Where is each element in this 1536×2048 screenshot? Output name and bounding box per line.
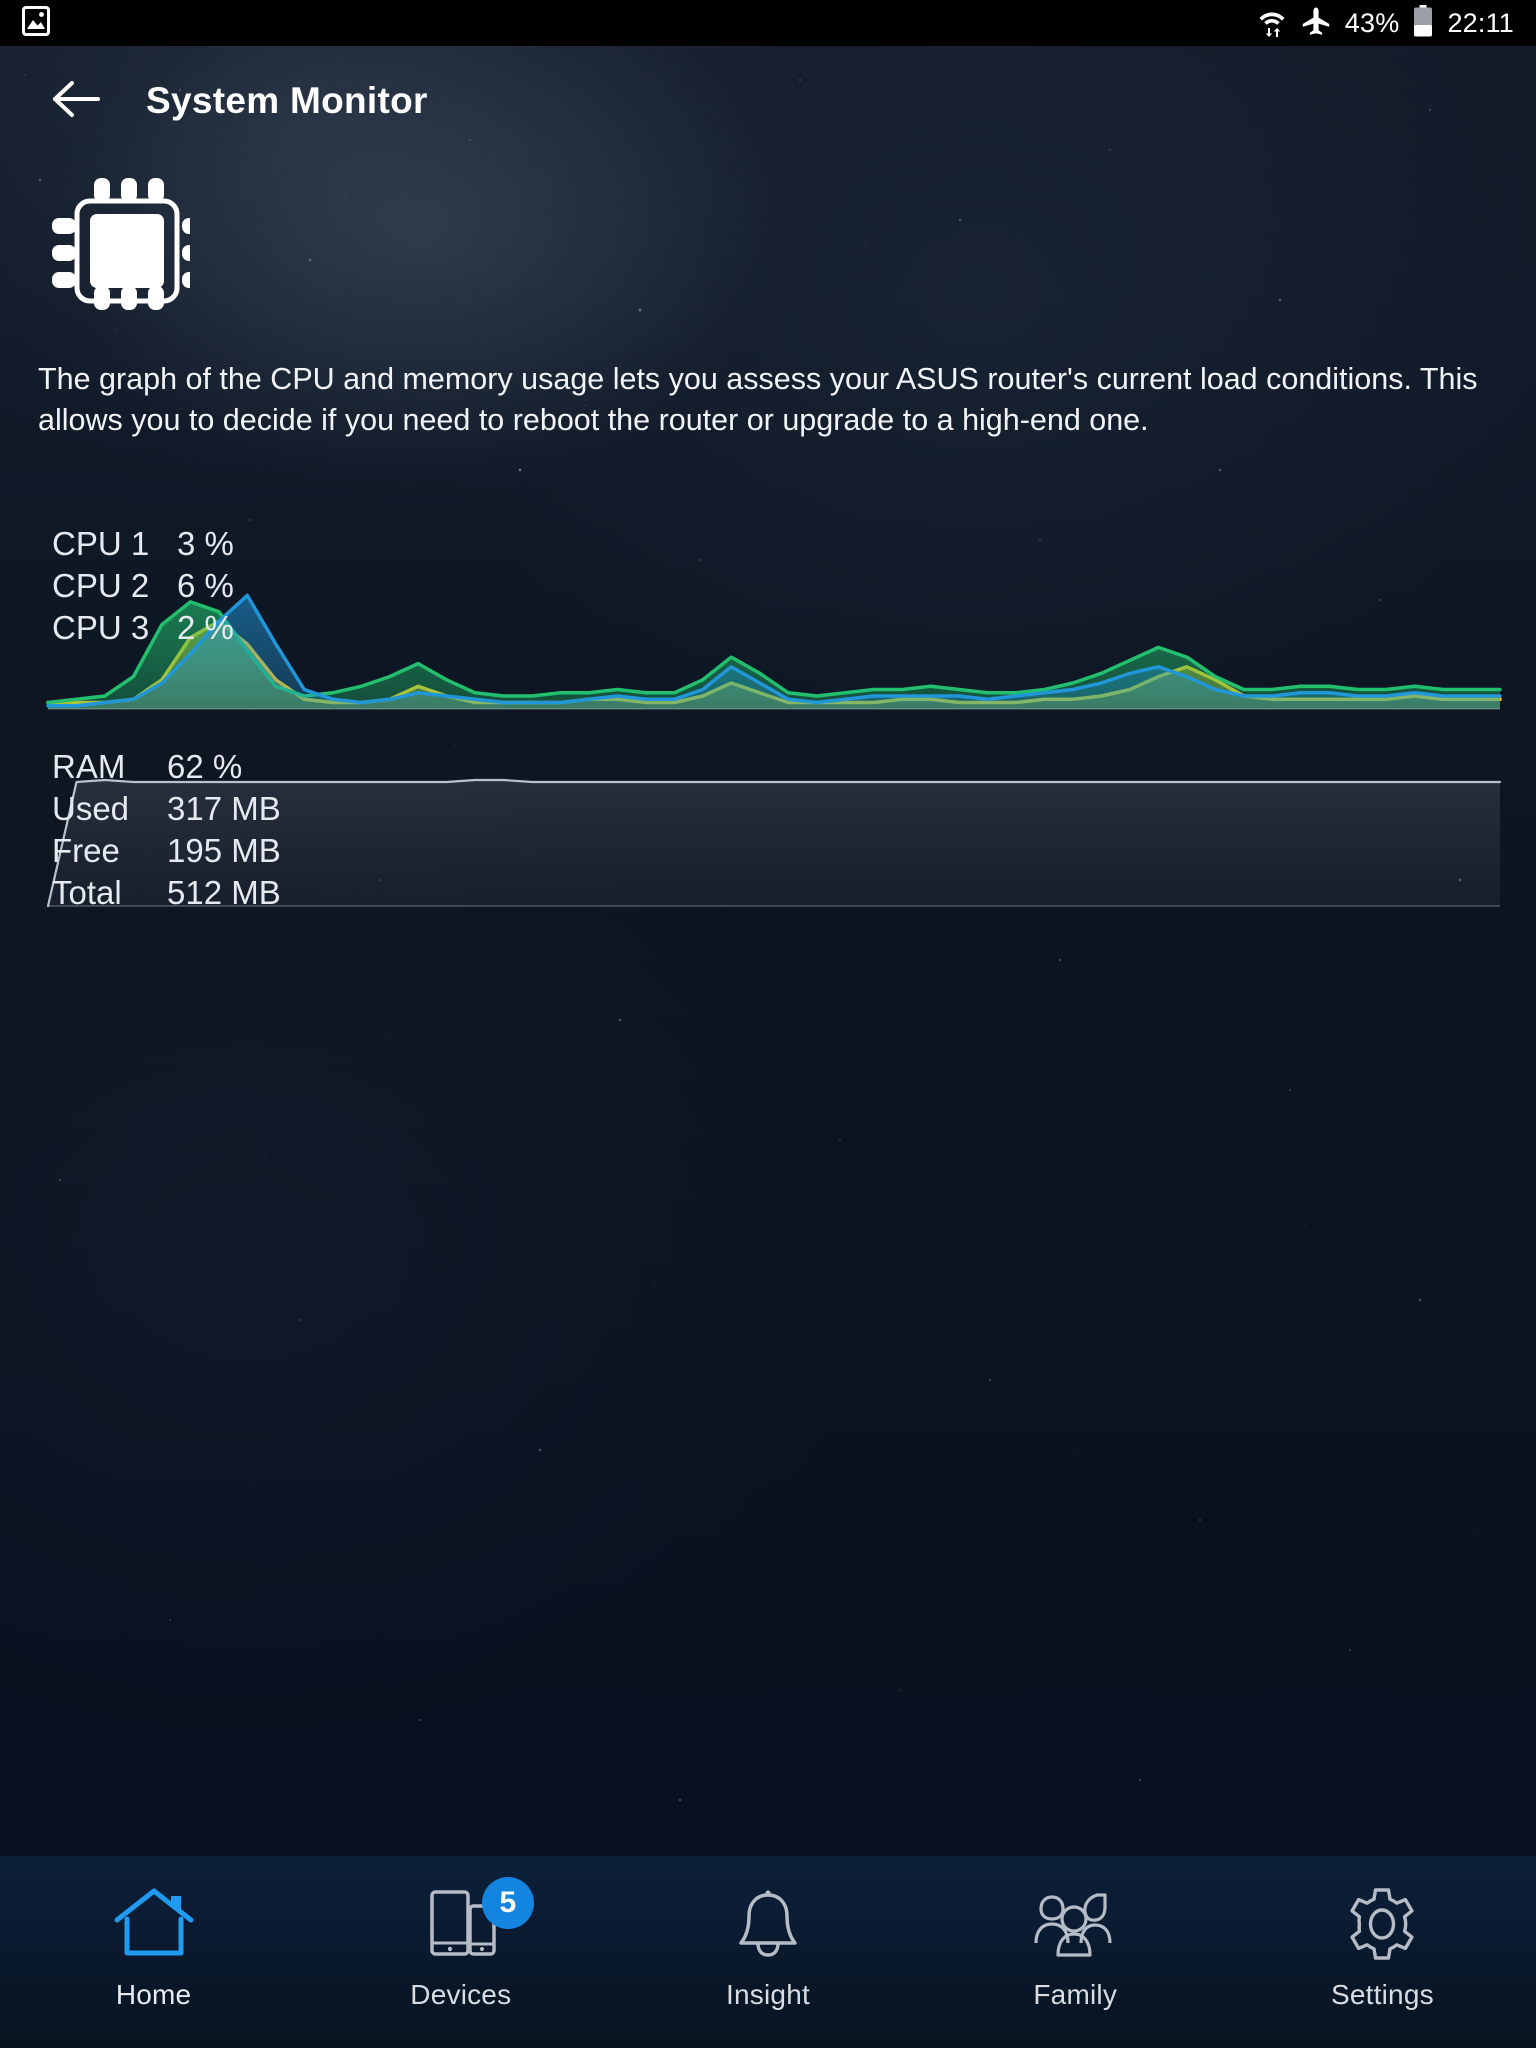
- hero-icon-wrap: [0, 156, 1536, 319]
- nav-label-home: Home: [115, 1979, 192, 2010]
- cpu2-value: 6 %: [177, 567, 234, 604]
- cpu-legend-row: CPU 2 6 %: [52, 565, 234, 607]
- family-icon: [1028, 1883, 1122, 1965]
- devices-icon: 5: [418, 1877, 534, 1965]
- nav-label-insight: Insight: [726, 1979, 810, 2010]
- back-button[interactable]: [46, 70, 108, 132]
- cpu1-value: 3 %: [177, 525, 234, 562]
- ram-graph-block: RAM 62 % Used 317 MB Free 195 MB Total 5…: [0, 748, 1536, 958]
- ram-total-value: 512 MB: [167, 874, 281, 911]
- cpu3-label: CPU 3: [52, 609, 150, 646]
- gear-icon: [1339, 1883, 1425, 1965]
- ram-legend-row: Used 317 MB: [52, 788, 281, 830]
- cpu-legend-row: CPU 1 3 %: [52, 523, 234, 565]
- ram-used-value: 317 MB: [167, 790, 281, 827]
- battery-percent-label: 43%: [1344, 7, 1400, 38]
- app-root: 43% 22:11 System Monitor The graph of th…: [0, 0, 1536, 2048]
- nav-item-insight[interactable]: Insight: [614, 1857, 921, 2048]
- ram-legend: RAM 62 % Used 317 MB Free 195 MB Total 5…: [52, 746, 281, 914]
- nav-label-devices: Devices: [410, 1979, 512, 2010]
- bottom-navigation: Home 5 Devices Insight Family Settings: [0, 1856, 1536, 2048]
- nav-label-family: Family: [1033, 1979, 1118, 2010]
- cpu-graph-block: CPU 1 3 % CPU 2 6 % CPU 3 2 %: [0, 523, 1536, 718]
- home-icon: [111, 1883, 197, 1965]
- nav-item-settings[interactable]: Settings: [1229, 1857, 1536, 2048]
- main-content: The graph of the CPU and memory usage le…: [0, 156, 1536, 958]
- airplane-mode-icon: [1301, 6, 1331, 41]
- ram-used-label: Used: [52, 790, 130, 827]
- bell-icon: [725, 1883, 811, 1965]
- ram-free-label: Free: [52, 832, 120, 869]
- status-bar-left: [22, 5, 50, 41]
- cpu-legend-row: CPU 3 2 %: [52, 607, 234, 649]
- app-header: System Monitor: [0, 46, 1536, 156]
- ram-legend-row: Total 512 MB: [52, 872, 281, 914]
- cpu1-label: CPU 1: [52, 525, 150, 562]
- description-text: The graph of the CPU and memory usage le…: [38, 362, 1478, 437]
- back-arrow-icon: [50, 77, 104, 126]
- wifi-transfer-icon: [1257, 5, 1287, 42]
- clock-label: 22:11: [1447, 7, 1514, 38]
- ram-value: 62 %: [167, 748, 243, 785]
- cpu-legend: CPU 1 3 % CPU 2 6 % CPU 3 2 %: [52, 523, 234, 649]
- ram-legend-row: Free 195 MB: [52, 830, 281, 872]
- cpu-chip-icon: [50, 178, 206, 318]
- nav-item-home[interactable]: Home: [0, 1857, 307, 2048]
- battery-icon: [1413, 4, 1433, 42]
- page-title: System Monitor: [146, 80, 428, 121]
- cpu3-value: 2 %: [177, 609, 234, 646]
- nav-item-devices[interactable]: 5 Devices: [307, 1857, 614, 2048]
- cpu2-label: CPU 2: [52, 567, 150, 604]
- image-icon: [22, 5, 50, 41]
- ram-free-value: 195 MB: [167, 832, 281, 869]
- status-bar: 43% 22:11: [0, 0, 1536, 46]
- status-bar-right: 43% 22:11: [1257, 4, 1514, 42]
- devices-badge: 5: [481, 1877, 534, 1929]
- ram-total-label: Total: [52, 874, 122, 911]
- nav-item-family[interactable]: Family: [922, 1857, 1229, 2048]
- ram-legend-row: RAM 62 %: [52, 746, 281, 788]
- nav-label-settings: Settings: [1331, 1979, 1434, 2010]
- ram-label: RAM: [52, 748, 126, 785]
